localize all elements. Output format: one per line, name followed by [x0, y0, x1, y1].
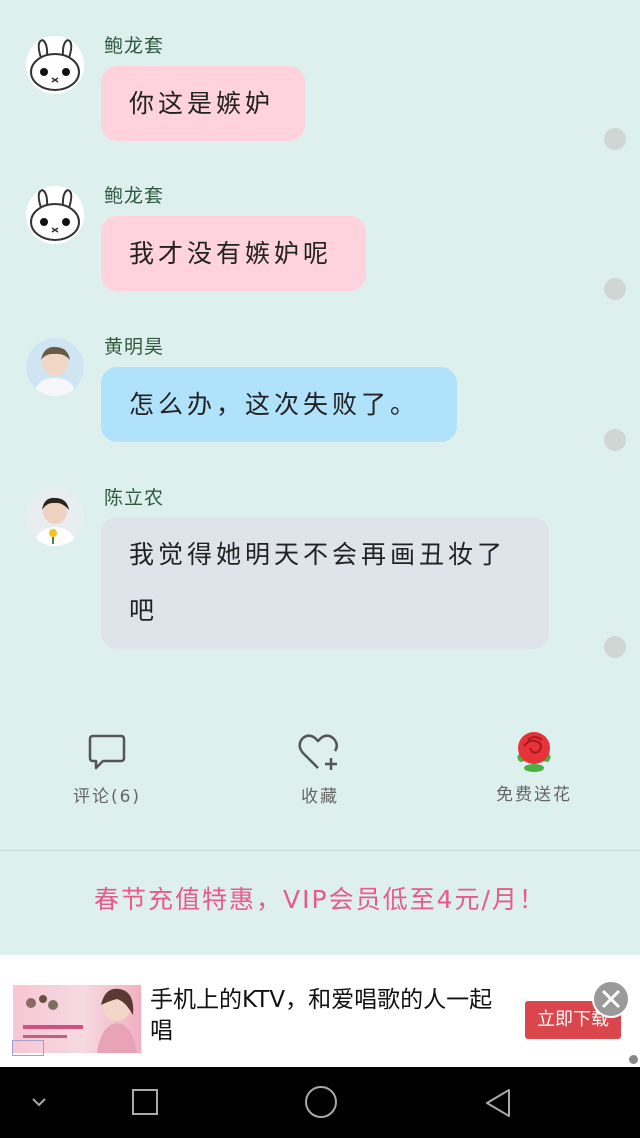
message-bubble: 你这是嫉妒 [101, 66, 305, 141]
more-dot[interactable] [604, 278, 626, 300]
action-bar: 评论(6) 收藏 免费送花 [0, 720, 640, 840]
person-avatar[interactable] [26, 488, 84, 546]
comment-label: 评论(6) [72, 787, 142, 807]
flower-label: 免费送花 [496, 785, 572, 805]
send-flower-button[interactable]: 免费送花 [454, 720, 614, 805]
square-icon[interactable] [130, 1087, 160, 1117]
ad-info-icon[interactable] [629, 1055, 638, 1064]
sender-name: 鲍龙套 [104, 185, 165, 207]
more-dot[interactable] [604, 636, 626, 658]
message-bubble: 怎么办，这次失败了。 [101, 367, 457, 442]
system-nav-bar [0, 1067, 640, 1138]
sender-name: 鲍龙套 [104, 35, 165, 57]
close-icon [601, 989, 621, 1009]
divider [0, 850, 640, 851]
comment-bubble-icon [88, 734, 126, 770]
chevron-down-icon[interactable] [28, 1094, 50, 1110]
triangle-back-icon[interactable] [482, 1087, 514, 1119]
message-bubble: 我才没有嫉妒呢 [101, 216, 366, 291]
ad-text[interactable]: 手机上的KTV，和爱唱歌的人一起唱 [150, 985, 500, 1047]
ad-close-button[interactable] [592, 980, 630, 1018]
person-avatar[interactable] [26, 338, 84, 396]
rose-icon [517, 732, 551, 772]
ad-banner[interactable]: 手机上的KTV，和爱唱歌的人一起唱 立即下载 [0, 955, 640, 1067]
bunny-avatar[interactable] [26, 186, 84, 244]
vip-promo-link[interactable]: 春节充值特惠，VIP会员低至4元/月！ [0, 880, 640, 916]
favorite-button[interactable]: 收藏 [240, 720, 400, 807]
sender-name: 黄明昊 [104, 336, 165, 358]
comment-button[interactable]: 评论(6) [27, 720, 187, 807]
more-dot[interactable] [604, 429, 626, 451]
ad-mark-icon [12, 1040, 44, 1056]
sender-name: 陈立农 [104, 487, 165, 509]
more-dot[interactable] [604, 128, 626, 150]
bunny-avatar[interactable] [26, 36, 84, 94]
message-bubble: 我觉得她明天不会再画丑妆了吧 [101, 517, 549, 649]
circle-icon[interactable] [304, 1085, 338, 1119]
heart-plus-icon [298, 734, 338, 770]
favorite-label: 收藏 [301, 787, 339, 807]
